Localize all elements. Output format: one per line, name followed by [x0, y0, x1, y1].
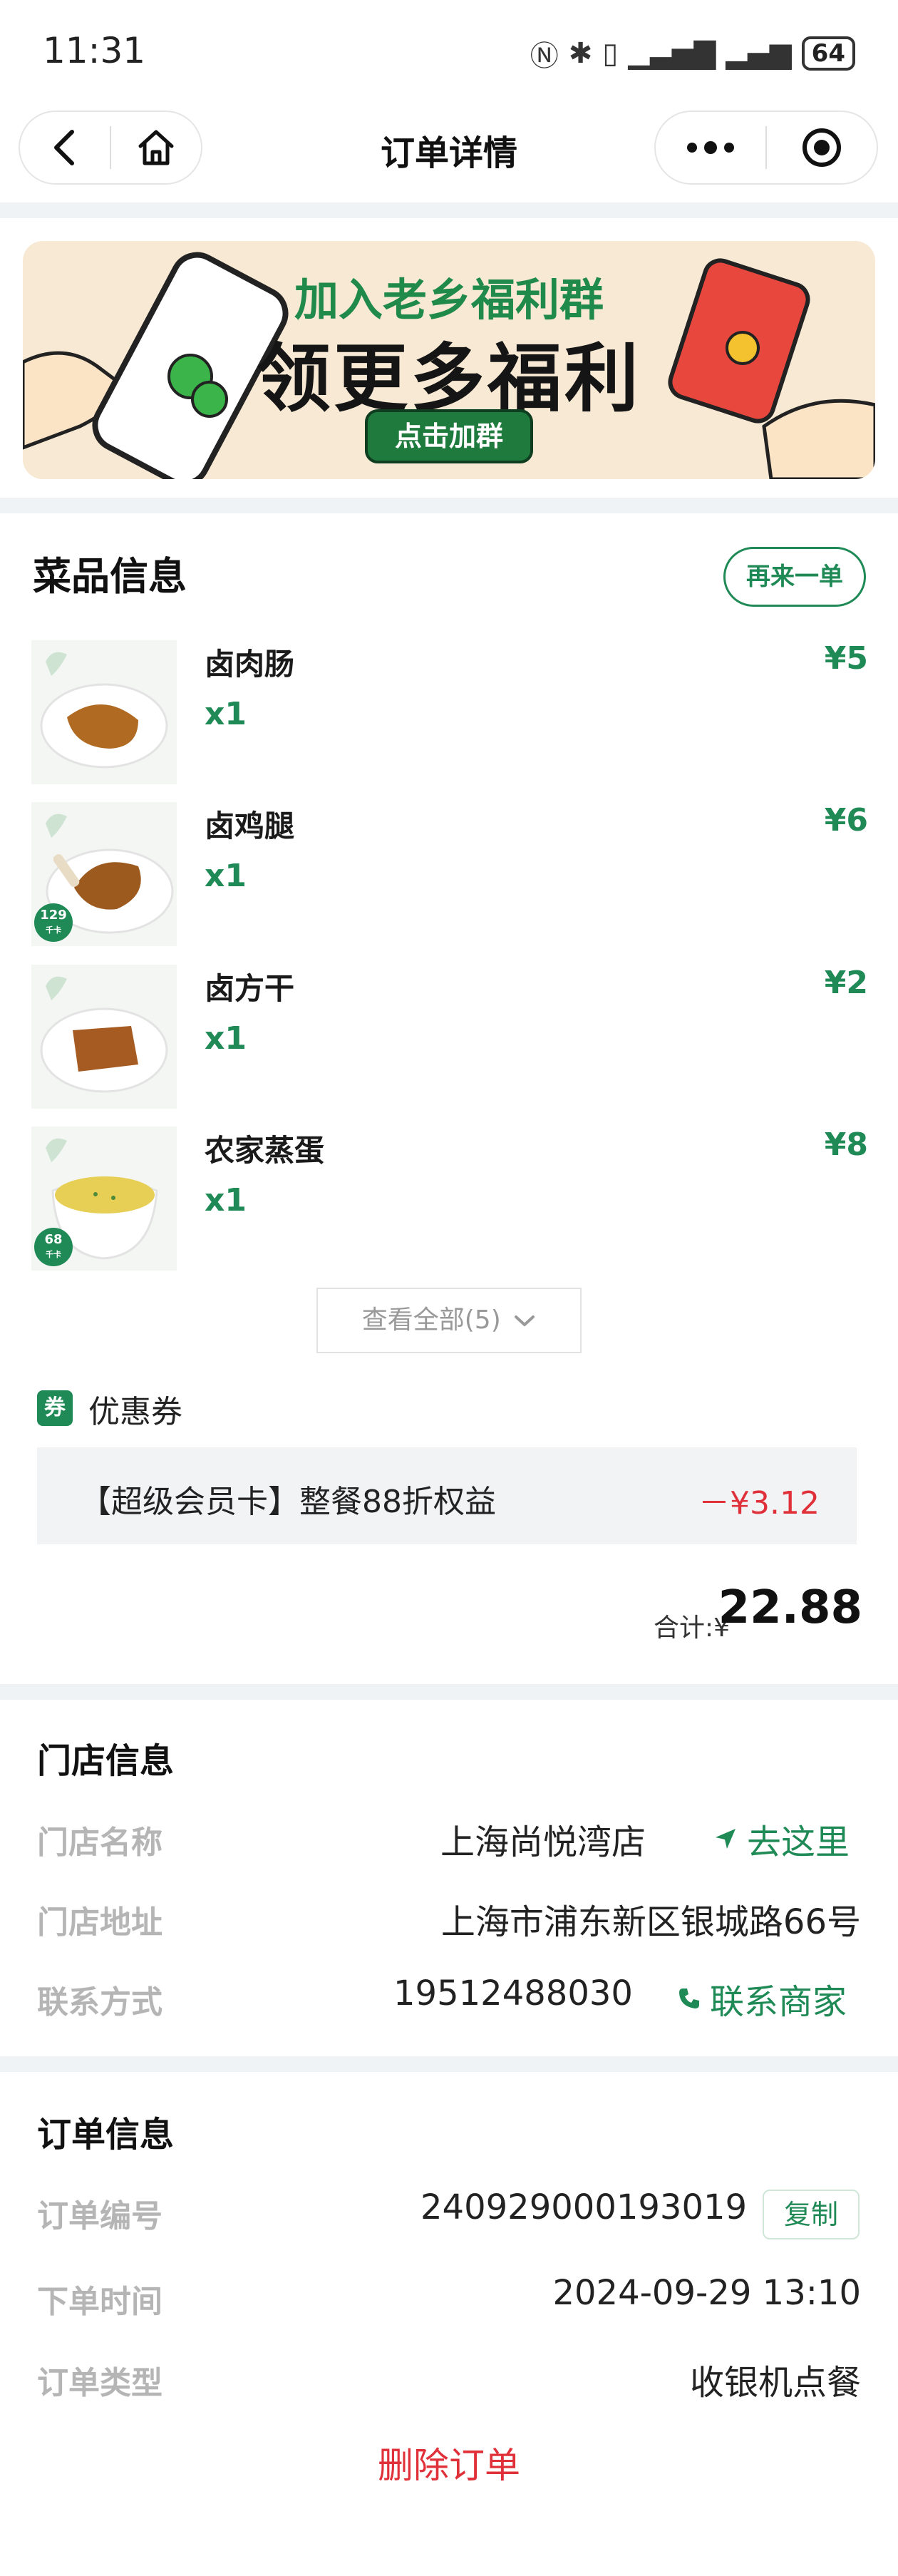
order-time: 2024-09-29 13:10: [552, 2273, 861, 2313]
bluetooth-icon: ✱: [568, 37, 593, 70]
signal-icon-2: ▂▄▆: [726, 37, 792, 70]
kcal-badge: 129 千卡: [34, 903, 73, 942]
dish-name: 卤肉肠: [205, 647, 295, 682]
view-all-button[interactable]: 查看全部(5): [316, 1288, 582, 1353]
store-name: 上海尚悦湾店: [440, 1822, 646, 1862]
dish-quantity: x1: [205, 696, 247, 732]
dish-price: ¥8: [824, 1127, 868, 1163]
store-section-title: 门店信息: [37, 1741, 175, 1781]
dishes-section-title: 菜品信息: [33, 554, 187, 599]
vibrate-icon: ▯: [602, 37, 619, 70]
dish-price: ¥6: [824, 802, 868, 838]
more-button[interactable]: [656, 112, 765, 183]
status-icons: Ⓝ ✱ ▯ ▁▃▅▇ ▂▄▆ 64: [530, 33, 855, 74]
navigate-label: 去这里: [747, 1822, 850, 1862]
dish-name: 卤方干: [205, 971, 295, 1006]
dish-quantity: x1: [205, 1020, 247, 1057]
store-phone: 19512488030: [393, 1974, 633, 2013]
battery-icon: 64: [801, 36, 855, 71]
section-gap: [0, 498, 898, 513]
nav-right-capsule: [654, 111, 878, 185]
chevron-down-icon: [515, 1315, 535, 1326]
dish-row[interactable]: 129 千卡 卤鸡腿 x1 ¥6: [0, 802, 898, 948]
section-gap: [0, 1684, 898, 1700]
delete-order-button[interactable]: 删除订单: [0, 2437, 898, 2488]
dish-image: [31, 640, 177, 784]
dish-row[interactable]: 卤肉肠 x1 ¥5: [0, 640, 898, 786]
order-type: 收银机点餐: [689, 2363, 861, 2403]
order-number-label: 订单编号: [37, 2198, 162, 2234]
contact-merchant-button[interactable]: 联系商家: [677, 1974, 847, 2023]
navigate-button[interactable]: 去这里: [713, 1814, 850, 1864]
dish-quantity: x1: [205, 1182, 247, 1218]
status-bar: 11:31 Ⓝ ✱ ▯ ▁▃▅▇ ▂▄▆ 64: [0, 0, 898, 100]
contact-label: 联系方式: [37, 1984, 162, 2021]
contact-merchant-label: 联系商家: [710, 1982, 847, 2022]
dish-price: ¥5: [824, 640, 868, 677]
section-gap: [0, 202, 898, 218]
target-icon: [802, 128, 841, 167]
coupon-row: 【超级会员卡】整餐88折权益 －¥3.12: [37, 1447, 857, 1544]
status-time: 11:31: [43, 30, 146, 71]
reorder-button[interactable]: 再来一单: [723, 547, 866, 607]
dish-image: 68 千卡: [31, 1127, 177, 1271]
dish-price: ¥2: [824, 965, 868, 1001]
dish-row[interactable]: 卤方干 x1 ¥2: [0, 965, 898, 1111]
section-gap: [0, 2056, 898, 2072]
order-number: 240929000193019: [420, 2187, 748, 2227]
navigation-arrow-icon: [716, 1829, 736, 1849]
view-all-label: 查看全部(5): [361, 1305, 501, 1335]
store-address-label: 门店地址: [37, 1904, 162, 1941]
dish-image: [31, 965, 177, 1109]
copy-button[interactable]: 复制: [763, 2190, 860, 2239]
order-type-label: 订单类型: [37, 2365, 162, 2401]
signal-icon: ▁▃▅▇: [628, 37, 716, 70]
total-amount: 22.88: [718, 1581, 862, 1634]
store-address: 上海市浦东新区银城路66号: [440, 1902, 861, 1942]
order-section-title: 订单信息: [37, 2115, 175, 2155]
dish-name: 卤鸡腿: [205, 809, 295, 843]
more-icon: [687, 141, 734, 154]
dish-name: 农家蒸蛋: [205, 1133, 325, 1168]
kcal-badge: 68 千卡: [34, 1228, 73, 1266]
order-time-label: 下单时间: [37, 2284, 162, 2320]
coupon-label: 优惠券: [88, 1394, 182, 1430]
coupon-discount: －¥3.12: [698, 1485, 820, 1522]
coupon-icon: 券: [37, 1390, 73, 1426]
dish-quantity: x1: [205, 858, 247, 894]
phone-icon: [679, 1989, 699, 2008]
nfc-icon: Ⓝ: [530, 40, 559, 73]
close-miniprogram-button[interactable]: [767, 112, 877, 183]
coupon-text: 【超级会员卡】整餐88折权益: [80, 1484, 496, 1520]
dish-row[interactable]: 68 千卡 农家蒸蛋 x1 ¥8: [0, 1127, 898, 1273]
store-name-label: 门店名称: [37, 1825, 162, 1861]
promo-banner[interactable]: 加入老乡福利群 领更多福利 点击加群: [23, 241, 875, 479]
dish-image: 129 千卡: [31, 802, 177, 946]
join-group-button[interactable]: 点击加群: [365, 409, 533, 463]
